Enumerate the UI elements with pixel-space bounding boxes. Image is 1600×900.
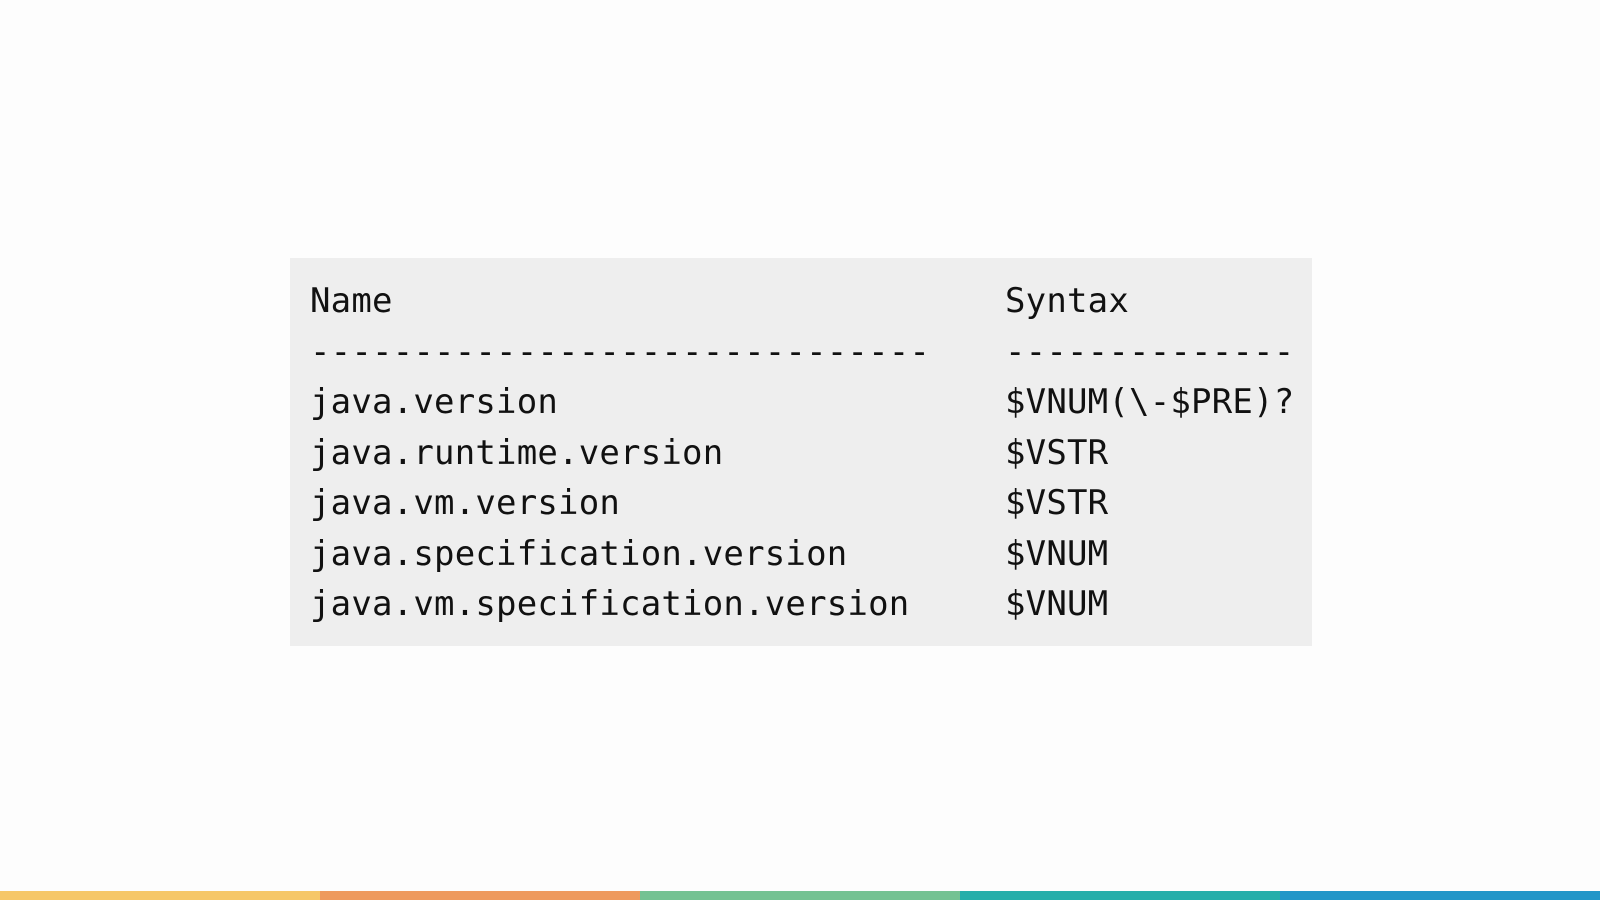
row-name: java.vm.specification.version	[310, 584, 910, 625]
table-row: java.vm.specification.version $VNUM	[310, 579, 1312, 630]
accent-segment-blue	[1280, 891, 1600, 900]
row-name: java.runtime.version	[310, 432, 724, 473]
row-name: java.specification.version	[310, 533, 848, 574]
separator-name: ------------------------------	[310, 331, 931, 372]
table-header-row: Name Syntax	[310, 276, 1312, 327]
table-separator-row: ------------------------------ ---------…	[310, 327, 1312, 378]
row-syntax: $VSTR	[1005, 483, 1109, 524]
accent-segment-teal	[960, 891, 1280, 900]
row-syntax: $VNUM	[1005, 533, 1109, 574]
row-name: java.version	[310, 382, 559, 423]
header-syntax: Syntax	[1005, 281, 1130, 322]
row-syntax: $VNUM(\-$PRE)?	[1005, 382, 1295, 423]
slide: Name Syntax ----------------------------…	[0, 0, 1600, 900]
accent-segment-yellow	[0, 891, 320, 900]
row-name: java.vm.version	[310, 483, 621, 524]
header-name: Name	[310, 281, 393, 322]
accent-segment-orange	[320, 891, 640, 900]
row-syntax: $VNUM	[1005, 584, 1109, 625]
table-row: java.version $VNUM(\-$PRE)?	[310, 377, 1312, 428]
footer-accent-bar	[0, 891, 1600, 900]
table-row: java.vm.version $VSTR	[310, 478, 1312, 529]
row-syntax: $VSTR	[1005, 432, 1109, 473]
separator-syntax: --------------	[1005, 331, 1295, 372]
table-row: java.runtime.version $VSTR	[310, 428, 1312, 479]
code-block: Name Syntax ----------------------------…	[290, 258, 1312, 646]
accent-segment-green	[640, 891, 960, 900]
table-row: java.specification.version $VNUM	[310, 529, 1312, 580]
